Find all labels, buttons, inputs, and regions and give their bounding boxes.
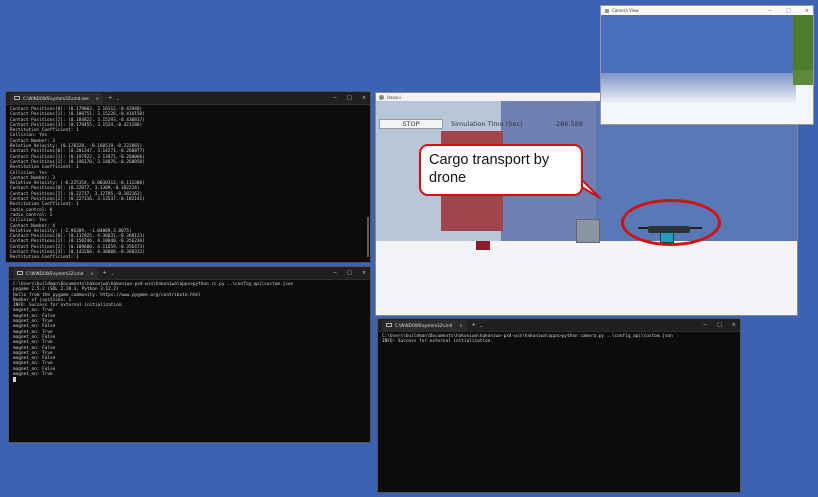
new-tab-icon[interactable]: + <box>108 95 112 101</box>
terminal-titlebar[interactable]: C:\WINDOWS\system32\cmd × + ⌄ − □ × <box>9 267 370 280</box>
camera-view-window[interactable]: Camera View − □ × <box>600 5 814 125</box>
chevron-down-icon[interactable]: ⌄ <box>111 271 114 276</box>
chevron-down-icon[interactable]: ⌄ <box>480 323 483 328</box>
terminal-cursor <box>13 377 16 383</box>
new-tab-icon[interactable]: + <box>472 322 476 328</box>
camera-feed-foliage <box>793 15 813 70</box>
terminal-tab-title: C:\WINDOWS\system32\cmd.exe <box>23 95 89 101</box>
camera-feed <box>601 15 813 124</box>
camera-feed-wall <box>601 15 796 73</box>
terminal-tab-title: C:\WINDOWS\system32\cmd <box>26 270 84 276</box>
terminal-titlebar[interactable]: C:\WINDOWS\system32\cmd.exe × + ⌄ − □ × <box>6 92 370 105</box>
scrollbar[interactable] <box>367 217 369 257</box>
maximize-icon[interactable]: □ <box>347 270 352 276</box>
scene-grey-box <box>576 219 600 243</box>
terminal-output: Contact Positions[0]: (0.179803, 3.16312… <box>6 105 370 262</box>
minimize-icon[interactable]: − <box>768 8 772 14</box>
maximize-icon[interactable]: □ <box>347 95 352 101</box>
close-tab-icon[interactable]: × <box>90 271 93 276</box>
camera-view-titlebar[interactable]: Camera View − □ × <box>601 6 813 15</box>
close-icon[interactable]: × <box>362 95 366 101</box>
terminal-line: magnet_on: True <box>13 372 53 378</box>
app-icon <box>379 94 384 100</box>
maximize-icon[interactable]: □ <box>717 322 722 328</box>
terminal-titlebar[interactable]: C:\WINDOWS\system32\cmd × + ⌄ − □ × <box>378 319 740 332</box>
terminal-icon <box>386 323 392 327</box>
highlight-ring <box>621 199 721 246</box>
maximize-icon[interactable]: □ <box>786 8 791 14</box>
terminal-tab-title: C:\WINDOWS\system32\cmd <box>395 322 453 328</box>
callout-text: Cargo transport by drone <box>429 152 550 186</box>
close-icon[interactable]: × <box>732 322 736 328</box>
terminal-output: C:\Users\buildman\Documents\hakoniwa\hak… <box>9 280 370 387</box>
terminal-window-camera[interactable]: C:\WINDOWS\system32\cmd × + ⌄ − □ × C:\U… <box>377 318 741 493</box>
close-icon[interactable]: × <box>362 270 366 276</box>
terminal-tab[interactable]: C:\WINDOWS\system32\cmd.exe × <box>10 92 103 104</box>
terminal-tab[interactable]: C:\WINDOWS\system32\cmd × <box>382 319 467 331</box>
camera-feed-horizon <box>601 73 796 103</box>
terminal-icon <box>17 271 23 275</box>
simulation-time-value: 286.589 <box>556 120 583 128</box>
terminal-window-collision-log[interactable]: C:\WINDOWS\system32\cmd.exe × + ⌄ − □ × … <box>5 91 371 263</box>
camera-feed-foliage <box>793 70 813 85</box>
annotation-callout: Cargo transport by drone <box>419 144 583 196</box>
simulator-title: Hakoni <box>387 94 401 100</box>
simulator-window[interactable]: Hakoni STOP Simulation Time (Sec) 286.58… <box>375 92 798 316</box>
simulation-time-label: Simulation Time (Sec) <box>451 120 523 128</box>
minimize-icon[interactable]: − <box>333 270 337 276</box>
close-icon[interactable]: × <box>805 8 809 14</box>
stop-button[interactable]: STOP <box>379 119 443 129</box>
chevron-down-icon[interactable]: ⌄ <box>116 96 119 101</box>
terminal-line: Restitution Coefficient: 1 <box>10 255 79 261</box>
scene-floor <box>376 241 797 315</box>
terminal-icon <box>14 96 20 100</box>
scene-cargo-crate <box>476 241 490 250</box>
close-tab-icon[interactable]: × <box>459 323 462 328</box>
close-tab-icon[interactable]: × <box>96 96 99 101</box>
camera-view-title: Camera View <box>612 8 639 13</box>
terminal-tab[interactable]: C:\WINDOWS\system32\cmd × <box>13 267 98 279</box>
simulation-viewport[interactable]: STOP Simulation Time (Sec) 286.589 <box>376 101 797 315</box>
terminal-output: C:\Users\buildman\Documents\hakoniwa\hak… <box>378 332 740 347</box>
minimize-icon[interactable]: − <box>333 95 337 101</box>
terminal-line: INFO: Success for external initializatio… <box>382 339 494 345</box>
terminal-window-rc-controller[interactable]: C:\WINDOWS\system32\cmd × + ⌄ − □ × C:\U… <box>8 266 371 443</box>
new-tab-icon[interactable]: + <box>103 270 107 276</box>
app-icon <box>605 8 609 13</box>
minimize-icon[interactable]: − <box>703 322 707 328</box>
